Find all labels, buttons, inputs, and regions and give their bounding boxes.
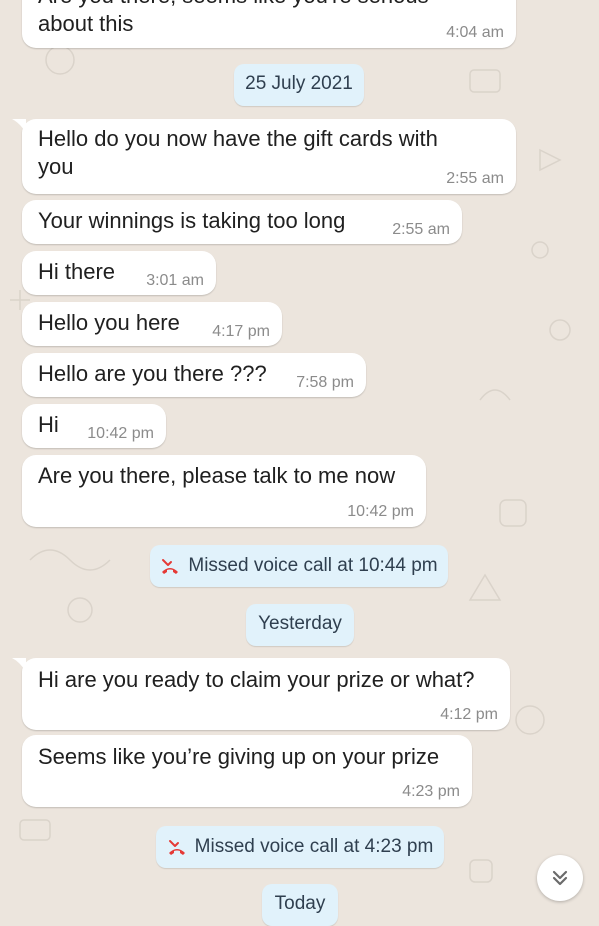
bubble-tail [12, 658, 26, 672]
message-bubble[interactable]: Your winnings is taking too long 2:55 am [22, 200, 462, 244]
date-separator: 25 July 2021 [234, 64, 364, 106]
message-text: Hello you here [38, 310, 180, 335]
message-time: 4:12 pm [440, 706, 498, 723]
message-time: 7:58 pm [296, 374, 354, 391]
message-time: 3:01 am [146, 272, 204, 289]
message-time: 2:55 am [392, 221, 450, 238]
message-text: Hi are you ready to claim your prize or … [38, 667, 475, 692]
message-bubble[interactable]: Hello you here 4:17 pm [22, 302, 282, 346]
message-bubble[interactable]: Seems like you’re giving up on your priz… [22, 735, 472, 807]
message-time: 4:04 am [446, 24, 504, 41]
message-bubble[interactable]: Hi are you ready to claim your prize or … [22, 658, 510, 730]
message-text: Hi there [38, 259, 116, 284]
message-text: Are you there, please talk to me now [38, 463, 396, 488]
message-time: 10:42 pm [347, 503, 414, 520]
message-text: Hi [38, 412, 59, 437]
message-text: Are you there, seems like you're serious… [38, 0, 429, 36]
message-text: Hello do you now have the gift cards wit… [38, 126, 438, 179]
missed-call-icon [162, 559, 179, 574]
message-bubble[interactable]: Hi 10:42 pm [22, 404, 166, 448]
date-separator: Today [262, 884, 338, 926]
missed-call-notice[interactable]: Missed voice call at 4:23 pm [156, 826, 444, 868]
double-chevron-down-icon [552, 870, 568, 886]
message-text: Hello are you there ??? [38, 361, 267, 386]
message-time: 4:17 pm [212, 323, 270, 340]
missed-call-notice[interactable]: Missed voice call at 10:44 pm [150, 545, 448, 587]
message-text: Your winnings is taking too long [38, 208, 346, 233]
message-bubble[interactable]: Hello are you there ??? 7:58 pm [22, 353, 366, 397]
message-text: Seems like you’re giving up on your priz… [38, 744, 440, 769]
message-time: 4:23 pm [402, 783, 460, 800]
message-bubble[interactable]: Are you there, please talk to me now 10:… [22, 455, 426, 527]
message-time: 2:55 am [446, 170, 504, 187]
missed-call-label: Missed voice call at 10:44 pm [188, 555, 438, 576]
missed-call-label: Missed voice call at 4:23 pm [194, 836, 434, 857]
date-separator: Yesterday [246, 604, 354, 646]
message-time: 10:42 pm [87, 425, 154, 442]
message-bubble[interactable]: Hi there 3:01 am [22, 251, 216, 295]
bubble-tail [12, 119, 26, 133]
scroll-to-bottom-button[interactable] [537, 855, 583, 901]
missed-call-icon [168, 840, 185, 855]
message-bubble[interactable]: Are you there, seems like you're serious… [22, 0, 516, 48]
message-bubble[interactable]: Hello do you now have the gift cards wit… [22, 119, 516, 194]
